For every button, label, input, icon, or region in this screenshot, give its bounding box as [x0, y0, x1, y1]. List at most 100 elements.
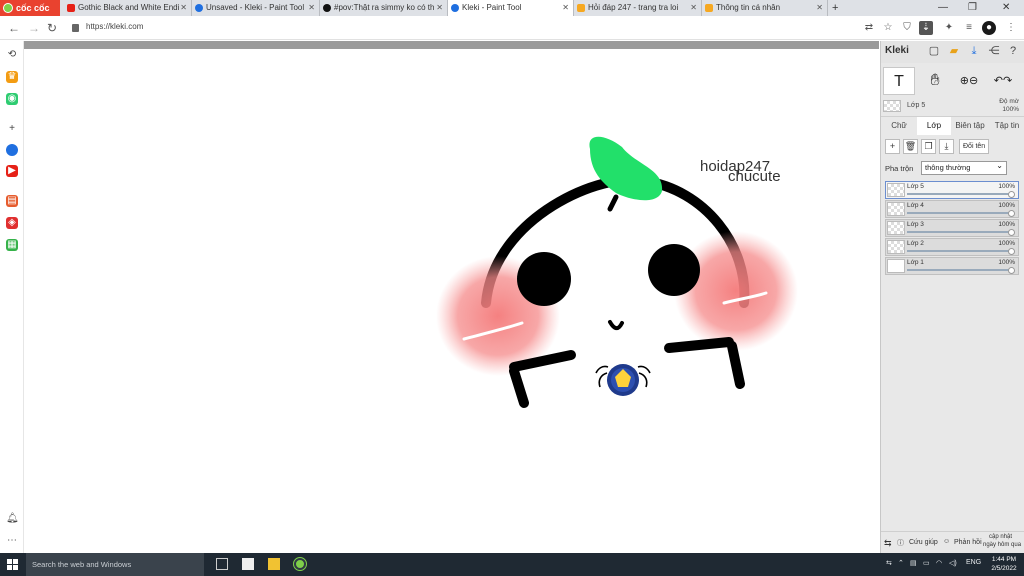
tab-title: Unsaved - Kleki - Paint Tool: [206, 3, 305, 12]
hand-tool-icon[interactable]: ✋︎: [919, 67, 951, 95]
tray-chevron-icon[interactable]: ⌃: [898, 559, 904, 567]
close-icon[interactable]: ✕: [436, 0, 443, 16]
tray-wifi-icon[interactable]: ◠: [936, 559, 942, 567]
help-link[interactable]: Cứu giúp: [909, 539, 938, 546]
close-icon[interactable]: ✕: [816, 0, 823, 16]
layer-opacity-knob[interactable]: [1008, 248, 1015, 255]
new-tab-icon[interactable]: +: [832, 0, 838, 16]
layer-opacity-slider[interactable]: [907, 212, 1012, 214]
add-layer-icon[interactable]: +: [885, 139, 900, 154]
add-icon[interactable]: +: [6, 123, 18, 135]
game-controller-icon[interactable]: ◉: [6, 93, 18, 105]
kleki-icon[interactable]: [6, 144, 18, 156]
download-icon[interactable]: ⇣: [919, 21, 933, 35]
update-label-2[interactable]: ngày hôm qua: [983, 542, 1021, 548]
close-icon[interactable]: ✕: [690, 0, 697, 16]
taskbar-search-box[interactable]: Search the web and Windows: [26, 553, 204, 576]
tray-language[interactable]: ENG: [966, 559, 981, 566]
profile-avatar[interactable]: ●: [982, 21, 996, 35]
coccoc-taskbar-icon[interactable]: [293, 557, 307, 571]
tray-battery-icon[interactable]: ▭: [923, 559, 930, 567]
youtube-icon[interactable]: ▶: [6, 165, 18, 177]
layer-item[interactable]: Lớp 1 100%: [885, 257, 1019, 275]
media-app-icon[interactable]: ◈: [6, 217, 18, 229]
undo-redo-icon[interactable]: ↶↷: [987, 67, 1019, 95]
tab-tiktok[interactable]: #pov:Thật ra simmy ko có th ✕: [320, 0, 448, 16]
layer-opacity-knob[interactable]: [1008, 210, 1015, 217]
tab-edit[interactable]: Biên tập: [951, 117, 989, 135]
layer-opacity-knob[interactable]: [1008, 191, 1015, 198]
tab-text[interactable]: Chữ: [881, 117, 917, 135]
notes-app-icon[interactable]: ▤: [6, 195, 18, 207]
layer-opacity-knob[interactable]: [1008, 229, 1015, 236]
layer-item[interactable]: Lớp 2 100%: [885, 238, 1019, 256]
back-arrow-icon[interactable]: ←: [8, 20, 20, 36]
help-circle-icon[interactable]: ?: [1006, 44, 1020, 58]
tray-network-icon[interactable]: ▤: [910, 559, 917, 567]
tab-kleki-unsaved[interactable]: Unsaved - Kleki - Paint Tool ✕: [192, 0, 320, 16]
store-icon[interactable]: [242, 558, 254, 570]
blend-mode-select[interactable]: thông thường: [921, 160, 1007, 175]
zoom-icon[interactable]: ⊕⊖: [953, 67, 985, 95]
drawing-canvas[interactable]: hoidap247 chucute: [24, 41, 879, 553]
tray-arrows-icon[interactable]: ⇆: [886, 559, 892, 567]
bell-icon[interactable]: 🔔︎: [6, 513, 19, 525]
share-icon[interactable]: ⋲: [987, 44, 1001, 58]
kleki-logo[interactable]: Kleki: [885, 45, 909, 56]
reading-list-icon[interactable]: ≡: [962, 21, 976, 35]
minimize-icon[interactable]: —: [938, 0, 948, 16]
extensions-puzzle-icon[interactable]: ✦: [942, 21, 956, 35]
crown-icon[interactable]: ♛: [6, 71, 18, 83]
tab-layers[interactable]: Lớp: [917, 117, 951, 135]
layer-item[interactable]: Lớp 3 100%: [885, 219, 1019, 237]
open-folder-icon[interactable]: ▰: [947, 44, 961, 58]
browser-tab-strip: cốc cốc Gothic Black and White Endi ✕ Un…: [0, 0, 1024, 16]
tab-youtube[interactable]: Gothic Black and White Endi ✕: [64, 0, 192, 16]
tray-volume-icon[interactable]: ◁): [949, 559, 957, 567]
rename-layer-button[interactable]: Đổi tên: [959, 139, 990, 154]
layer-opacity-slider[interactable]: [907, 250, 1012, 252]
history-icon[interactable]: ⟲: [6, 49, 18, 61]
feedback-icon[interactable]: ☺︎: [943, 538, 950, 545]
tab-kleki-active[interactable]: Kleki - Paint Tool ✕: [448, 0, 574, 16]
new-image-icon[interactable]: ▢: [927, 44, 941, 58]
tab-file[interactable]: Tập tin: [989, 117, 1024, 135]
forward-arrow-icon[interactable]: →: [28, 20, 40, 36]
delete-layer-icon[interactable]: 🗑︎: [903, 139, 918, 154]
windows-start-icon[interactable]: [7, 559, 18, 570]
menu-dots-icon[interactable]: ⋮: [1004, 21, 1018, 35]
taskbar-clock[interactable]: 1:44 PM 2/5/2022: [986, 555, 1022, 573]
feedback-link[interactable]: Phản hồi: [954, 539, 982, 546]
sheets-app-icon[interactable]: ▦: [6, 239, 18, 251]
translate-icon[interactable]: ⇄: [862, 21, 876, 35]
layer-item[interactable]: Lớp 5 100%: [885, 181, 1019, 199]
shield-icon[interactable]: ⛉: [900, 21, 914, 35]
bookmark-star-icon[interactable]: ☆: [881, 21, 895, 35]
file-explorer-icon[interactable]: [268, 558, 280, 570]
duplicate-layer-icon[interactable]: ❐: [921, 139, 936, 154]
layer-opacity-slider[interactable]: [907, 231, 1012, 233]
text-tool-icon[interactable]: T: [883, 67, 915, 95]
swap-arrows-icon[interactable]: ⇆: [884, 538, 892, 549]
browser-brand-button[interactable]: cốc cốc: [0, 0, 60, 16]
save-download-icon[interactable]: ⤓: [967, 44, 981, 58]
layer-opacity-knob[interactable]: [1008, 267, 1015, 274]
layer-opacity-slider[interactable]: [907, 193, 1012, 195]
tab-hoidap[interactable]: Hỏi đáp 247 - trang tra loi ✕: [574, 0, 702, 16]
tab-profile[interactable]: Thông tin cá nhân ✕: [702, 0, 828, 16]
close-icon[interactable]: ✕: [308, 0, 315, 16]
reload-icon[interactable]: ↻: [47, 20, 57, 36]
task-view-icon[interactable]: [216, 558, 228, 570]
help-circle-icon[interactable]: ⓘ: [897, 538, 904, 548]
layer-item[interactable]: Lớp 4 100%: [885, 200, 1019, 218]
canvas-drawing: [436, 136, 798, 408]
more-dots-icon[interactable]: ⋯: [6, 535, 18, 547]
window-close-icon[interactable]: ✕: [1002, 0, 1010, 16]
close-icon[interactable]: ✕: [562, 0, 569, 16]
maximize-icon[interactable]: ❐: [968, 0, 977, 16]
close-icon[interactable]: ✕: [180, 0, 187, 16]
merge-layer-icon[interactable]: ⤓: [939, 139, 954, 154]
layer-opacity-slider[interactable]: [907, 269, 1012, 271]
layer-thumbnail: [887, 240, 905, 254]
url-field[interactable]: https://kleki.com: [66, 20, 846, 36]
